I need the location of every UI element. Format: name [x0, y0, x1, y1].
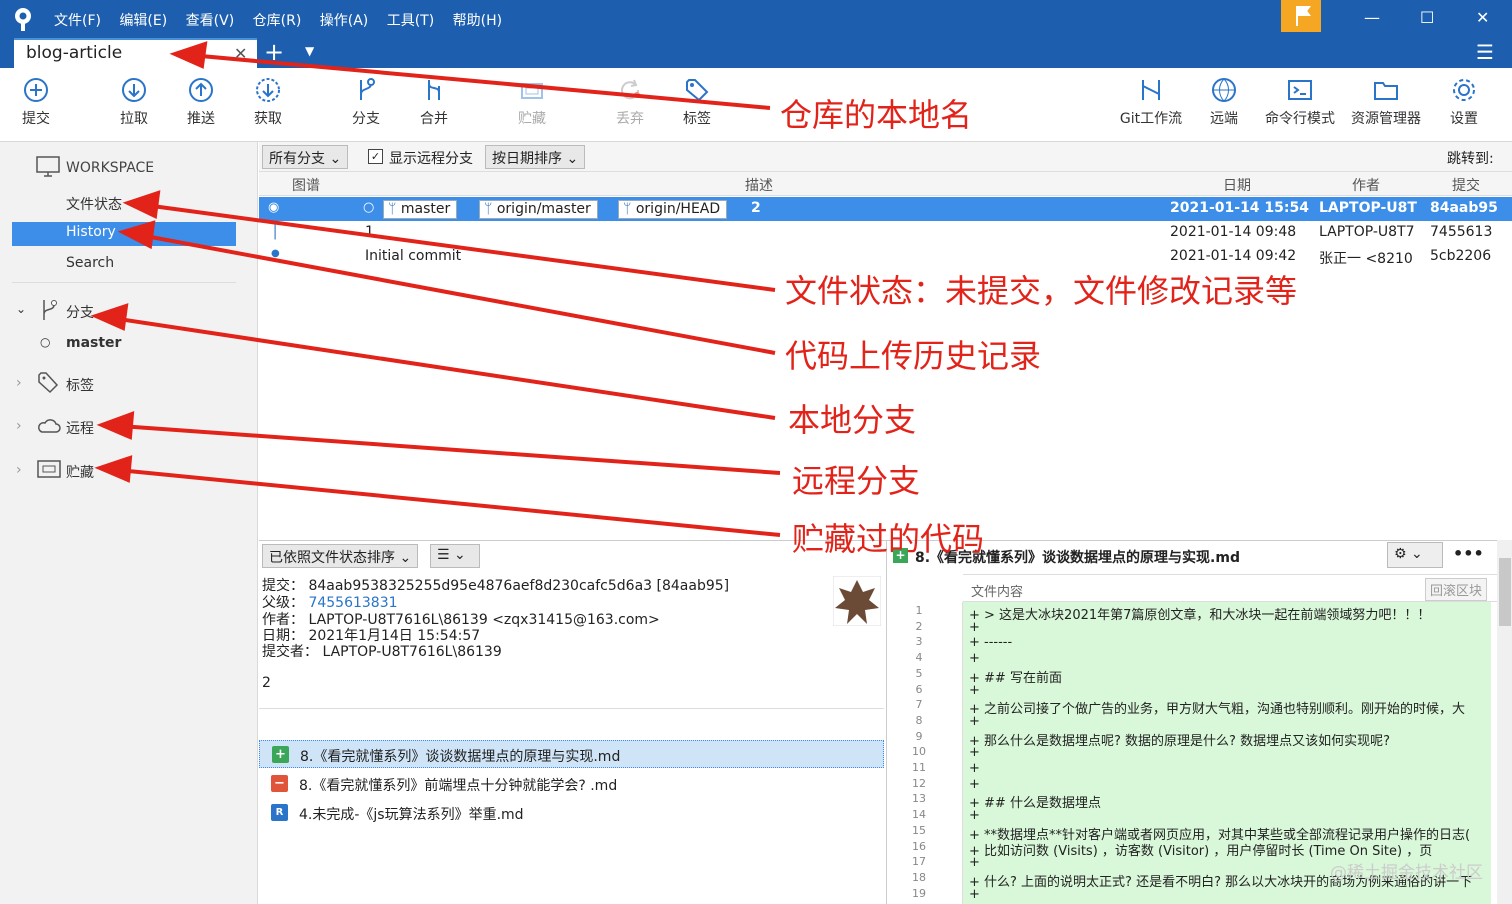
- annotation-local-branch: 本地分支: [788, 401, 917, 439]
- arrow-line: [117, 468, 781, 537]
- arrow-line: [119, 424, 781, 475]
- annotation-stash: 贮藏过的代码: [792, 520, 985, 558]
- annotation-repo-name: 仓库的本地名: [780, 96, 973, 134]
- annotation-remote-branch: 远程分支: [792, 462, 921, 500]
- arrow-line: [144, 203, 776, 292]
- arrowhead: [117, 220, 156, 250]
- annotation-arrows: [90, 41, 781, 537]
- arrowhead: [94, 455, 133, 483]
- annotation-file-status: 文件状态：未提交，文件修改记录等: [785, 272, 1298, 310]
- annotation-history: 代码上传历史记录: [785, 337, 1042, 375]
- watermark: @稀土掘金技术社区: [1330, 863, 1483, 883]
- arrowhead: [96, 411, 135, 440]
- arrowhead: [90, 303, 129, 331]
- arrow-line: [189, 53, 771, 110]
- arrowhead: [122, 190, 161, 220]
- arrowhead: [169, 41, 208, 69]
